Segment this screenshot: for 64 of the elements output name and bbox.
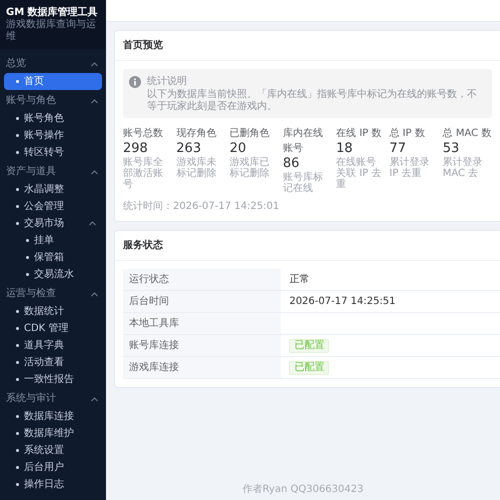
nav-item[interactable]: 数据库连接 [4, 408, 102, 425]
stat-caption: 在线账号关联 IP 去重 [336, 157, 382, 190]
nav-group-header[interactable]: 账号与角色 [0, 90, 106, 110]
stat-value: 263 [176, 141, 202, 156]
stat-value: 86 [282, 156, 300, 172]
stat-caption: 累计登录 IP 去重 [389, 157, 430, 179]
app-subtitle: 游戏数据库查询与运维 [6, 19, 97, 43]
table-cell-text: 2026-07-17 14:25:51 [288, 295, 397, 309]
stat-value: 18 [336, 141, 354, 156]
stat-caption: 累计登录 MAC 去 [442, 157, 484, 179]
nav-group-header[interactable]: 总览 [0, 53, 106, 73]
nav-item[interactable]: 活动查看 [4, 354, 102, 371]
nav-item[interactable]: 账号操作 [4, 127, 102, 144]
nav-item[interactable]: 数据统计 [4, 303, 102, 320]
nav-item[interactable]: 系统设置 [4, 442, 102, 459]
table-cell-text: 正常 [288, 272, 310, 287]
stat-label: 现存角色 [176, 127, 218, 141]
stat-value: 77 [389, 141, 407, 156]
stat-label: 库内在线账号 [282, 126, 324, 156]
nav-group-header[interactable]: 资产与道具 [0, 161, 106, 181]
stat-label: 在线 IP 数 [336, 126, 382, 141]
nav-group-header[interactable]: 运营与检查 [0, 283, 106, 303]
stat-value: 298 [123, 141, 149, 156]
nav-item[interactable]: 交易市场 [4, 215, 102, 232]
nav-item[interactable]: 首页 [4, 73, 102, 90]
nav-item[interactable]: 账号角色 [4, 110, 102, 127]
status-tag: 已配置 [289, 361, 330, 375]
stat-value: 53 [442, 141, 460, 156]
card-title: 首页预览 [115, 31, 500, 61]
stat-caption: 账号库标记在线 [282, 172, 324, 194]
info-icon [129, 76, 141, 88]
notice-text: 以下为数据库当前快照。「库内在线」指账号库中标记为在线的账号数，不等于玩家此刻是否在游戏内。 [147, 89, 478, 113]
notice-title: 统计说明 [147, 74, 188, 88]
stat-label: 已删角色 [230, 127, 271, 141]
timestamp-text: 统计时间：2026-07-17 14:25:01 [122, 200, 280, 214]
nav-item[interactable]: 数据库维护 [4, 425, 102, 442]
table-cell: 后台时间 [123, 291, 282, 312]
nav-item[interactable]: 公会管理 [4, 198, 102, 215]
stat-caption: 游戏库未标记删除 [176, 157, 218, 179]
footer-text: 作者Ryan QQ306630423 [242, 482, 364, 497]
stat-value: 20 [230, 141, 248, 156]
table-cell: 账号库连接 [123, 335, 282, 356]
stat-label: 总 IP 数 [389, 126, 426, 141]
nav-item[interactable]: 交易流水 [4, 266, 102, 283]
stat-label: 总 MAC 数 [442, 126, 492, 141]
card-title: 服务状态 [115, 231, 500, 261]
stat-caption: 游戏库已标记删除 [230, 157, 271, 179]
nav-item[interactable]: 转区转号 [4, 144, 102, 161]
table-cell: 本地工具库 [123, 313, 282, 334]
table-cell: 游戏库连接 [123, 357, 282, 378]
nav-item[interactable]: 后台用户 [4, 459, 102, 476]
nav-item[interactable]: 保管箱 [4, 249, 102, 266]
status-tag: 已配置 [289, 339, 330, 353]
table-cell: 运行状态 [123, 269, 282, 290]
nav-item[interactable]: CDK 管理 [4, 320, 102, 337]
stat-label: 账号总数 [123, 126, 164, 141]
nav-item[interactable]: 操作日志 [4, 476, 102, 493]
nav-item[interactable]: 水晶调整 [4, 181, 102, 198]
nav-item[interactable]: 挂单 [4, 232, 102, 249]
stat-caption: 账号库全部激活账号 [123, 157, 164, 190]
app-title: GM 数据库管理工具 [6, 6, 99, 18]
nav-group-header[interactable]: 系统与审计 [0, 388, 106, 408]
nav-item[interactable]: 道具字典 [4, 337, 102, 354]
nav-item[interactable]: 一致性报告 [4, 371, 102, 388]
